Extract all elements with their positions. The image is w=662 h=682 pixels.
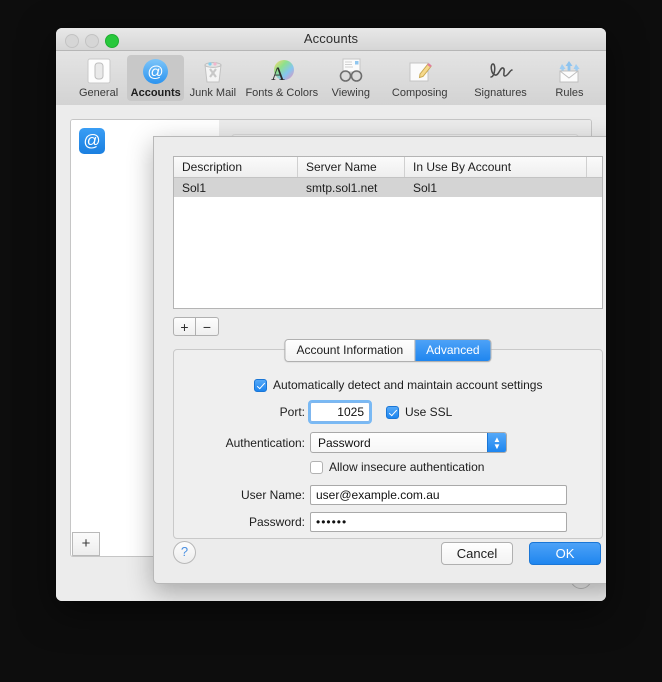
tab-account-information[interactable]: Account Information [285, 340, 416, 361]
preferences-window: Accounts General @ Accounts Junk Mail A … [56, 28, 606, 601]
port-label: Port: [279, 405, 305, 419]
column-header-server-name[interactable]: Server Name [298, 157, 405, 177]
user-name-input[interactable]: user@example.com.au [310, 485, 567, 505]
general-icon [84, 57, 114, 85]
window-title: Accounts [303, 31, 359, 46]
allow-insecure-label: Allow insecure authentication [329, 460, 485, 474]
toolbar-item-composing[interactable]: Composing [379, 55, 460, 101]
auto-detect-checkbox[interactable] [254, 378, 267, 392]
toolbar-label-composing: Composing [391, 87, 448, 99]
add-server-button[interactable]: + [173, 317, 196, 336]
svg-text:@: @ [148, 64, 164, 81]
window-titlebar: Accounts [56, 28, 606, 51]
user-name-label: User Name: [240, 488, 305, 502]
toolbar-item-rules[interactable]: Rules [541, 55, 598, 101]
list-edit-buttons: + − [173, 317, 219, 336]
toolbar-item-fonts-colors[interactable]: A Fonts & Colors [241, 55, 322, 101]
allow-insecure-checkbox[interactable] [310, 460, 323, 474]
toolbar-item-accounts[interactable]: @ Accounts [127, 55, 185, 101]
toolbar-item-signatures[interactable]: Signatures [460, 55, 541, 101]
auto-detect-row[interactable]: Automatically detect and maintain accoun… [254, 378, 542, 392]
authentication-dropdown[interactable]: Password ▲ ▼ [310, 432, 507, 453]
rules-icon [554, 57, 584, 85]
toolbar-item-viewing[interactable]: Viewing [322, 55, 379, 101]
remove-server-button[interactable]: − [196, 317, 219, 336]
tab-advanced[interactable]: Advanced [415, 340, 491, 361]
use-ssl-checkbox[interactable] [386, 405, 399, 419]
junk-mail-icon [198, 57, 228, 85]
signatures-icon [486, 57, 516, 85]
fonts-colors-icon: A [267, 57, 297, 85]
port-input[interactable]: 1025 [308, 400, 372, 424]
authentication-value: Password [318, 436, 371, 450]
user-name-row: User Name: user@example.com.au [174, 485, 604, 505]
password-row: Password: •••••• [174, 512, 604, 532]
toolbar-label-junk-mail: Junk Mail [189, 87, 237, 99]
authentication-row: Authentication: Password ▲ ▼ [174, 432, 604, 453]
cancel-button[interactable]: Cancel [441, 542, 513, 565]
svg-text:A: A [271, 64, 285, 84]
column-header-description[interactable]: Description [174, 157, 298, 177]
settings-tab-box: Account Information Advanced Automatical… [173, 339, 604, 539]
column-header-in-use-by-account[interactable]: In Use By Account [405, 157, 587, 177]
password-input[interactable]: •••••• [310, 512, 567, 532]
tab-segmented-control: Account Information Advanced [284, 339, 492, 362]
smtp-server-table[interactable]: Description Server Name In Use By Accoun… [173, 156, 603, 309]
column-header-spacer [587, 157, 602, 177]
account-at-icon: @ [79, 128, 105, 154]
cell-server-name: smtp.sol1.net [306, 180, 378, 195]
allow-insecure-row[interactable]: Allow insecure authentication [310, 460, 484, 474]
toolbar-label-fonts-colors: Fonts & Colors [245, 87, 319, 99]
toolbar-label-rules: Rules [555, 87, 584, 99]
preferences-toolbar: General @ Accounts Junk Mail A Fonts & C… [56, 51, 606, 106]
toolbar-label-general: General [79, 87, 119, 99]
cell-description: Sol1 [182, 180, 207, 195]
use-ssl-label: Use SSL [405, 405, 453, 419]
composing-pencil-icon [405, 57, 435, 85]
cell-in-use-by-account: Sol1 [413, 180, 438, 195]
smtp-server-sheet: Description Server Name In Use By Accoun… [153, 136, 606, 584]
toolbar-label-viewing: Viewing [331, 87, 370, 99]
ok-button[interactable]: OK [529, 542, 601, 565]
sheet-help-button[interactable]: ? [173, 541, 196, 564]
auto-detect-label: Automatically detect and maintain accoun… [273, 378, 543, 392]
toolbar-label-accounts: Accounts [130, 87, 181, 99]
viewing-glasses-icon [336, 57, 366, 85]
table-header-row: Description Server Name In Use By Accoun… [174, 157, 602, 178]
toolbar-item-general[interactable]: General [70, 55, 127, 101]
toolbar-label-signatures: Signatures [474, 87, 527, 99]
toolbar-item-junk-mail[interactable]: Junk Mail [184, 55, 241, 101]
table-row[interactable]: Sol1 smtp.sol1.net Sol1 [174, 178, 602, 197]
chevron-updown-icon[interactable]: ▲ ▼ [487, 433, 506, 452]
authentication-label: Authentication: [225, 435, 305, 450]
password-label: Password: [248, 515, 305, 529]
port-row: Port: 1025 Use SSL [174, 400, 604, 424]
accounts-at-icon: @ [141, 57, 171, 85]
add-account-button[interactable]: + [72, 532, 100, 556]
